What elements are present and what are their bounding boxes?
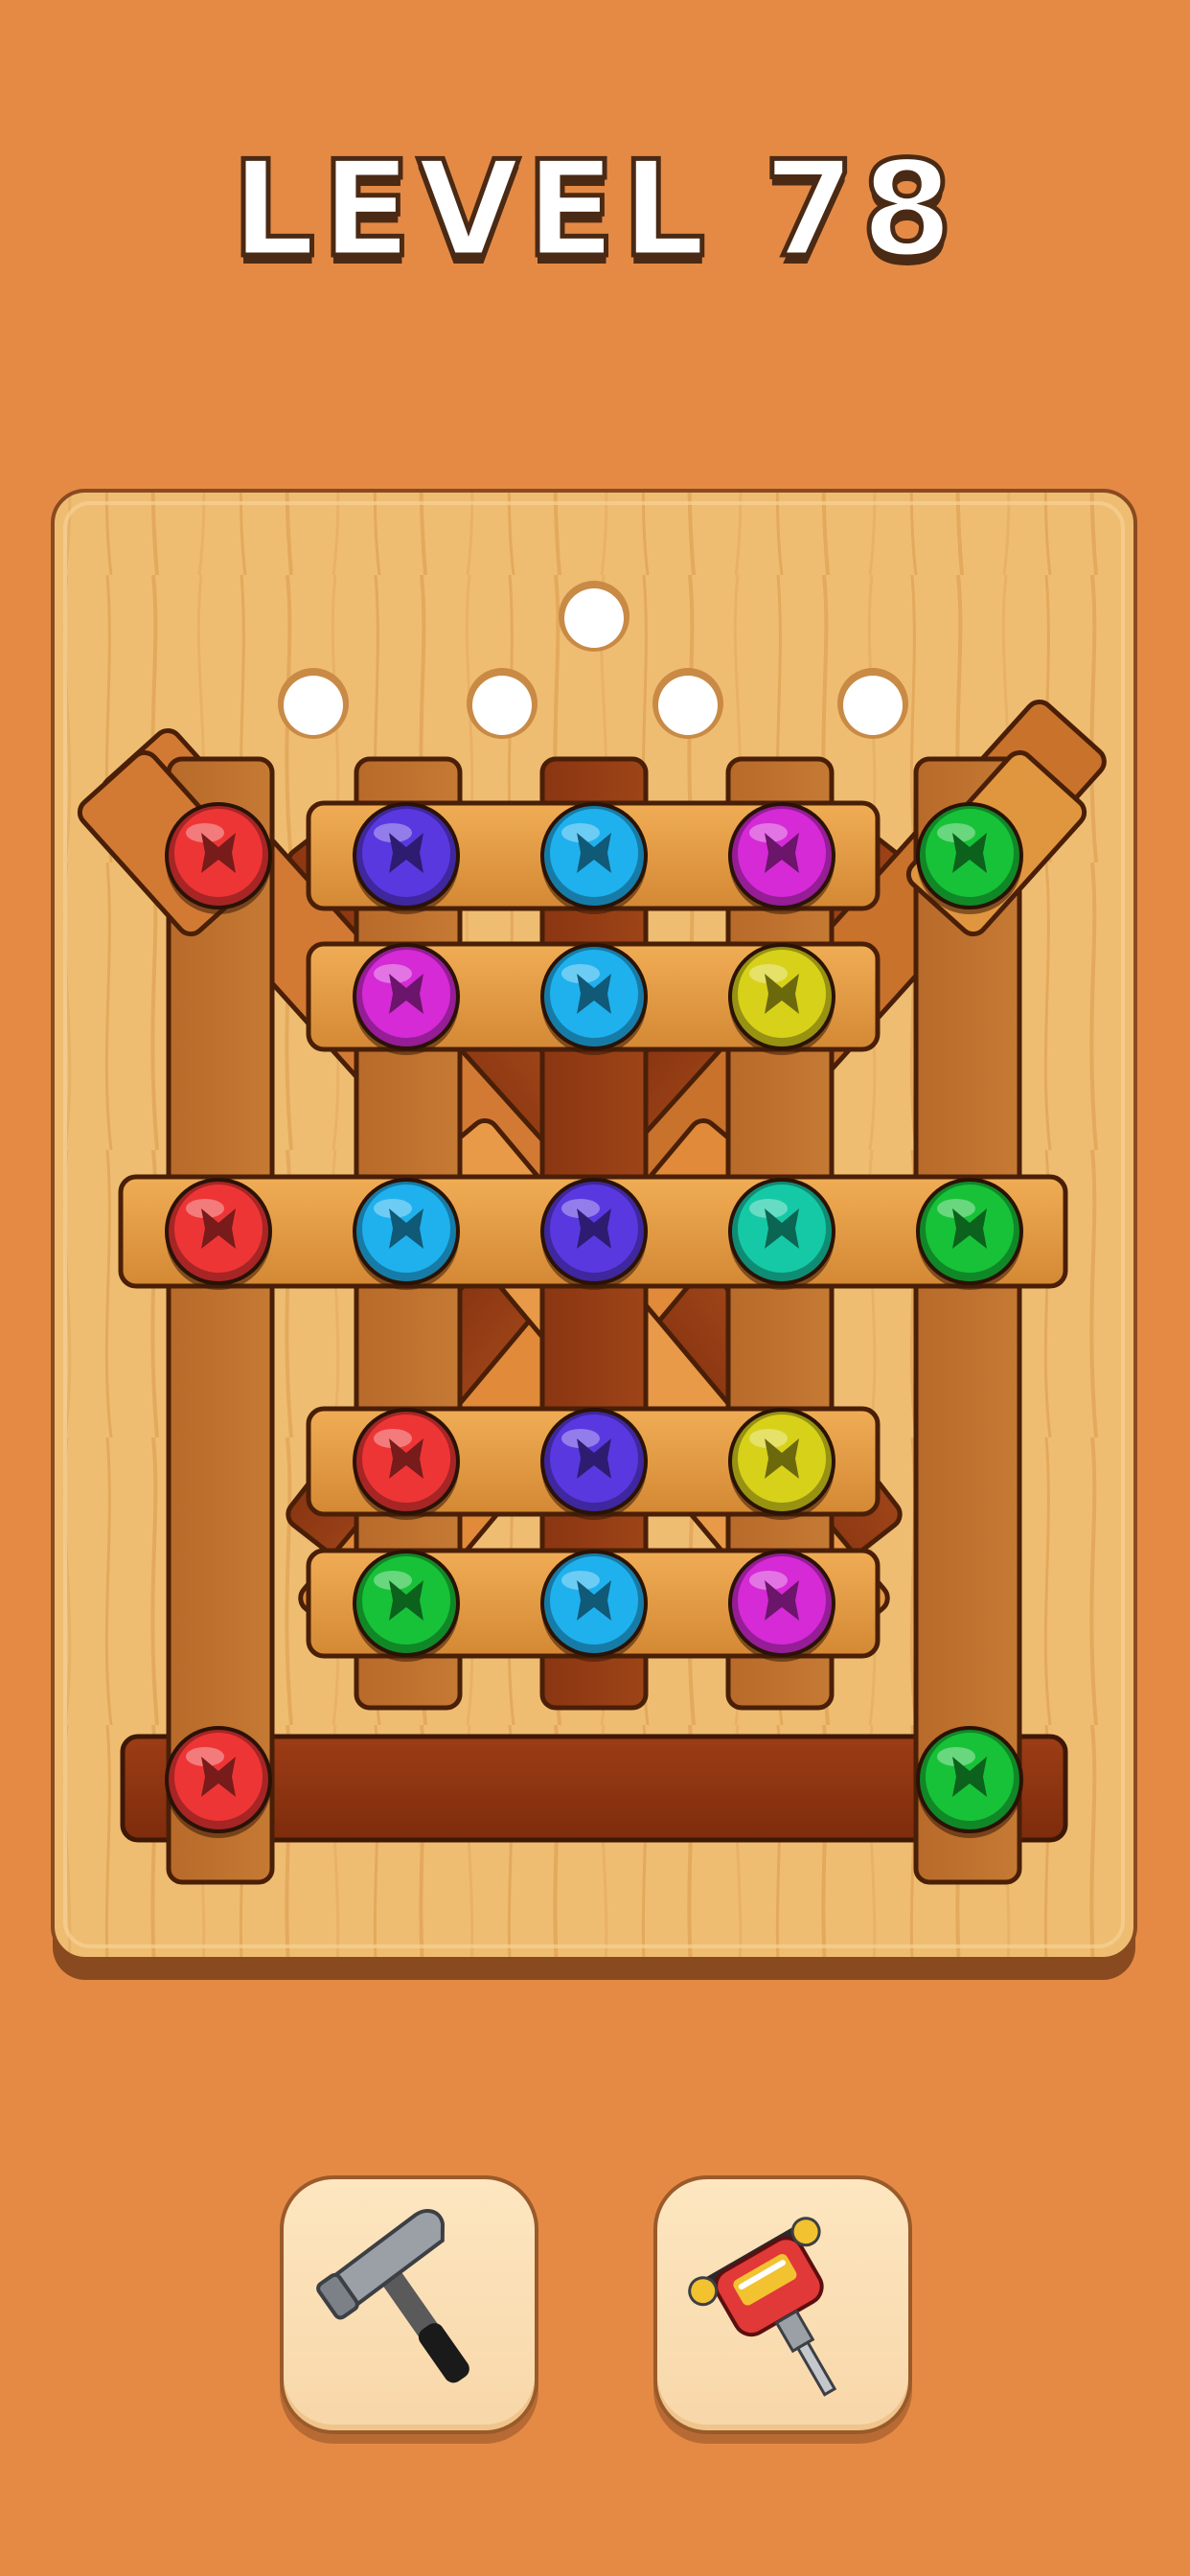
drill-button[interactable] [653,2175,912,2434]
screw-red[interactable] [165,1178,272,1290]
screw-green[interactable] [353,1550,460,1662]
empty-hole[interactable] [837,668,908,739]
screw-cyan[interactable] [540,802,648,914]
screw-indigo[interactable] [353,802,460,914]
empty-hole[interactable] [278,668,349,739]
game-board [51,489,1137,1980]
screw-yellow[interactable] [728,943,835,1055]
empty-hole[interactable] [652,668,723,739]
hammer-button[interactable] [280,2175,538,2434]
screw-magenta[interactable] [728,802,835,914]
hammer-icon [316,2209,469,2383]
screw-magenta[interactable] [728,1550,835,1662]
screw-cyan[interactable] [540,943,648,1055]
empty-hole[interactable] [559,581,629,652]
screw-green[interactable] [916,1726,1023,1838]
screw-green[interactable] [916,1178,1023,1290]
empty-hole[interactable] [467,668,538,739]
screw-cyan[interactable] [540,1550,648,1662]
screw-teal[interactable] [728,1178,835,1290]
screw-magenta[interactable] [353,943,460,1055]
screw-yellow[interactable] [728,1408,835,1520]
screw-red[interactable] [165,1726,272,1838]
screw-green[interactable] [916,802,1023,914]
drill-icon [688,2217,837,2397]
screw-indigo[interactable] [540,1408,648,1520]
screw-red[interactable] [165,802,272,914]
screw-indigo[interactable] [540,1178,648,1290]
screw-cyan[interactable] [353,1178,460,1290]
screw-red[interactable] [353,1408,460,1520]
